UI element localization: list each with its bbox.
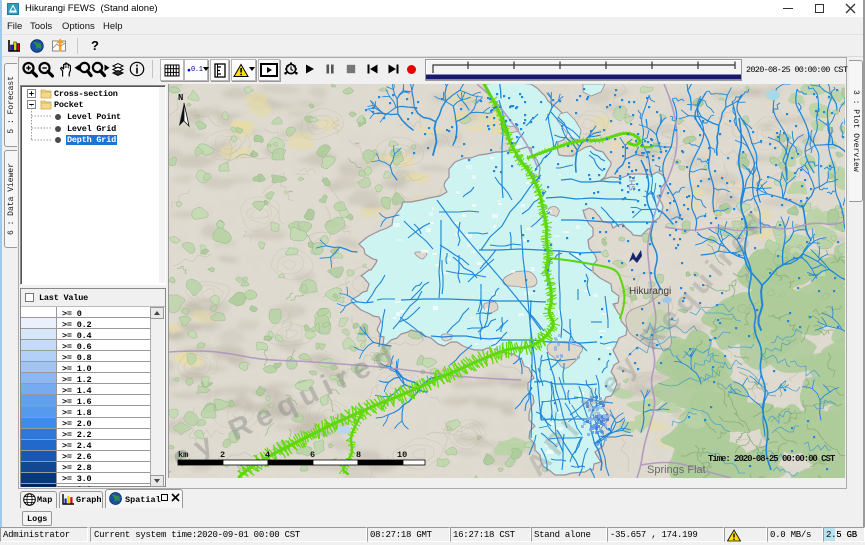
svg-text:Springs Flat: Springs Flat xyxy=(647,464,706,476)
svg-text:SH1: SH1 xyxy=(628,175,637,191)
svg-text:Hikurangi: Hikurangi xyxy=(629,286,671,297)
svg-text:6: 6 xyxy=(310,450,315,460)
svg-text:2: 2 xyxy=(220,450,225,460)
svg-text:km: km xyxy=(178,450,188,460)
svg-text:10: 10 xyxy=(397,450,407,460)
svg-text:N: N xyxy=(178,93,183,103)
svg-text:8: 8 xyxy=(356,450,361,460)
svg-text:4: 4 xyxy=(265,450,270,460)
svg-text:Time: 2020-08-25 00:00:00 CST: Time: 2020-08-25 00:00:00 CST xyxy=(708,454,836,464)
